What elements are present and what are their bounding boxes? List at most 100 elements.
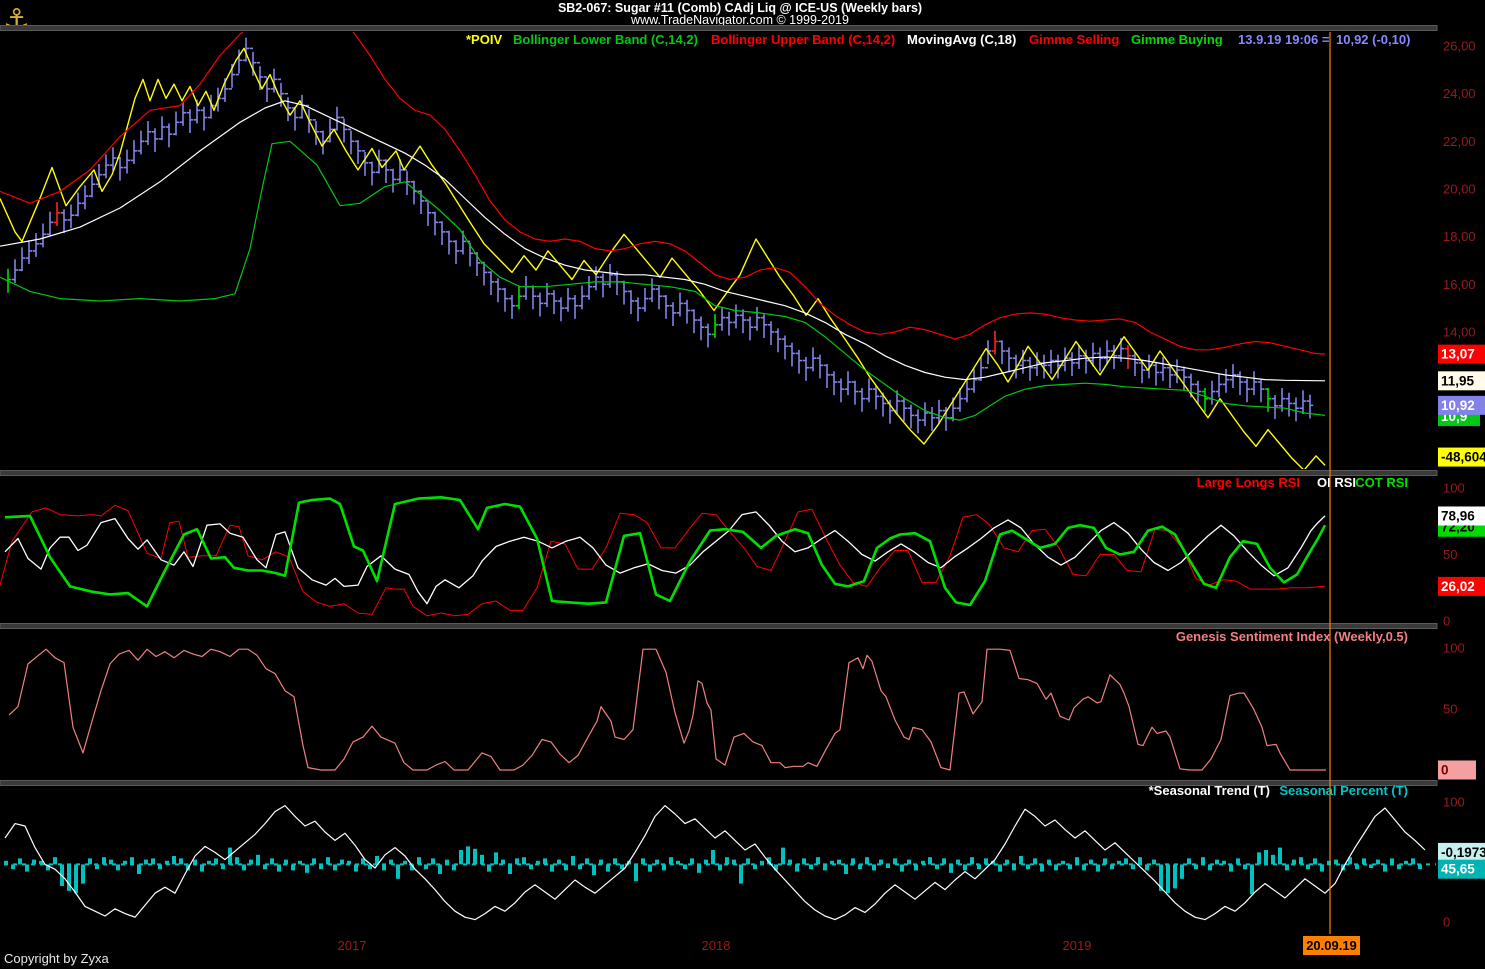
seasonal-percent-bar [340,859,344,865]
seasonal-percent-bar [452,864,456,871]
seasonal-percent-bar [11,864,15,870]
sentiment-axis-label: 50 [1443,702,1457,717]
seasonal-percent-bar [1271,854,1275,865]
seasonal-percent-bar [1082,864,1086,871]
seasonal-percent-bar [494,852,498,865]
legend-moving-avg[interactable]: MovingAvg (C,18) [907,32,1016,47]
seasonal-percent-bar [1313,858,1317,865]
seasonal-percent-bar [354,864,358,872]
seasonal-percent-bar [347,860,351,865]
seasonal-percent-bar [746,858,750,865]
panel-splitter-1[interactable] [0,25,1438,31]
seasonal-percent-bar [529,864,533,870]
seasonal-percent-bar [690,858,694,865]
legend-cot-rsi[interactable]: COT RSI [1355,475,1408,490]
price-axis-label: 22,00 [1443,134,1476,149]
seasonal-percent-bar [662,864,666,871]
seasonal-percent-bar [1026,864,1030,870]
seasonal-percent-bar [158,864,162,870]
seasonal-percent-bar [123,860,127,865]
price-badge-value: -48,604M [1441,450,1485,465]
seasonal-percent-bar [781,847,785,865]
seasonal-percent-bar [998,864,1002,872]
sentiment-axis-label: 100 [1443,641,1465,656]
legend-seasonal-percent[interactable]: Seasonal Percent (T) [1279,783,1408,798]
seasonal-percent-bar [963,864,967,871]
seasonal-percent-bar [823,864,827,871]
chart-canvas[interactable]: ⚓ SB2-067: Sugar #11 (Comb) CAdj Liq @ I… [0,0,1485,969]
seasonal-percent-bar [1334,859,1338,865]
seasonal-percent-bar [1243,864,1247,870]
seasonal-percent-bar [753,864,757,870]
seasonal-percent-bar [648,864,652,872]
seasonal-percent-bar [718,864,722,871]
legend-gimme-buying[interactable]: Gimme Buying [1131,32,1223,47]
seasonal-percent-bar [207,860,211,865]
legend-bollinger-lower[interactable]: Bollinger Lower Band (C,14,2) [513,32,698,47]
seasonal-percent-bar [739,864,743,884]
legend-large-longs-rsi[interactable]: Large Longs RSI [1197,475,1300,490]
year-label: 2018 [702,938,731,953]
seasonal-percent-bar [865,857,869,865]
legend-poiv[interactable]: *POIV [466,32,502,47]
price-axis-label: 16,00 [1443,277,1476,292]
seasonal-percent-bar [921,860,925,865]
seasonal-percent-bar [795,864,799,872]
seasonal-percent-bar [1075,857,1079,865]
seasonal-percent-bar [193,859,197,865]
seasonal-percent-bar [683,864,687,870]
seasonal-percent-bar [704,859,708,865]
rsi-badge-value: 26,02 [1441,579,1475,594]
seasonal-percent-bar [1201,857,1205,865]
legend-gimme-selling[interactable]: Gimme Selling [1029,32,1119,47]
seasonal-badge-value: -0,1973 [1441,845,1485,860]
seasonal-percent-bar [522,857,526,865]
legend-timestamp-left: 13.9.19 19:06 = [1238,32,1330,47]
seasonal-percent-bar [816,857,820,865]
seasonal-percent-bar [1103,858,1107,865]
legend-bollinger-upper[interactable]: Bollinger Upper Band (C,14,2) [711,32,895,47]
price-axis-label: 24,00 [1443,86,1476,101]
rsi-axis-label: 100 [1443,481,1465,496]
seasonal-percent-bar [88,858,92,865]
legend-oi-rsi[interactable]: OI RSI [1317,475,1356,490]
seasonal-percent-bar [515,858,519,865]
seasonal-percent-bar [487,864,491,872]
seasonal-percent-bar [935,864,939,870]
seasonal-percent-bar [417,857,421,865]
seasonal-percent-bar [109,859,113,865]
seasonal-percent-bar [235,857,239,865]
panel-splitter-3[interactable] [0,623,1438,629]
legend-sentiment-index[interactable]: Genesis Sentiment Index (Weekly,0.5) [1176,629,1408,644]
seasonal-percent-bar [480,854,484,865]
seasonal-percent-bar [291,864,295,871]
seasonal-percent-bar [536,860,540,865]
seasonal-percent-bar [1180,864,1184,879]
seasonal-percent-bar [200,864,204,872]
seasonal-percent-bar [858,864,862,870]
copyright-text: Copyright by Zyxa [4,951,110,966]
seasonal-percent-bar [949,864,953,873]
seasonal-percent-bar [1320,864,1324,872]
seasonal-percent-bar [732,859,736,865]
seasonal-percent-bar [956,859,960,865]
seasonal-percent-bar [872,864,876,871]
anchor-icon: ⚓ [3,4,30,37]
seasonal-percent-bar [886,864,890,868]
seasonal-percent-bar [277,864,281,872]
seasonal-percent-bar [32,859,36,865]
seasonal-percent-bar [1054,864,1058,871]
trade-navigator-window: ⚓ SB2-067: Sugar #11 (Comb) CAdj Liq @ I… [0,0,1485,969]
seasonal-percent-bar [830,860,834,865]
seasonal-percent-bar [928,857,932,865]
seasonal-percent-bar [1355,864,1359,870]
seasonal-percent-bar [214,858,218,865]
seasonal-percent-bar [669,857,673,865]
seasonal-percent-bar [1222,860,1226,865]
seasonal-percent-bar [1166,864,1170,894]
legend-seasonal-trend[interactable]: *Seasonal Trend (T) [1149,783,1270,798]
seasonal-percent-bar [844,864,848,874]
seasonal-percent-bar [1390,858,1394,865]
seasonal-percent-bar [907,859,911,865]
seasonal-percent-bar [788,859,792,865]
